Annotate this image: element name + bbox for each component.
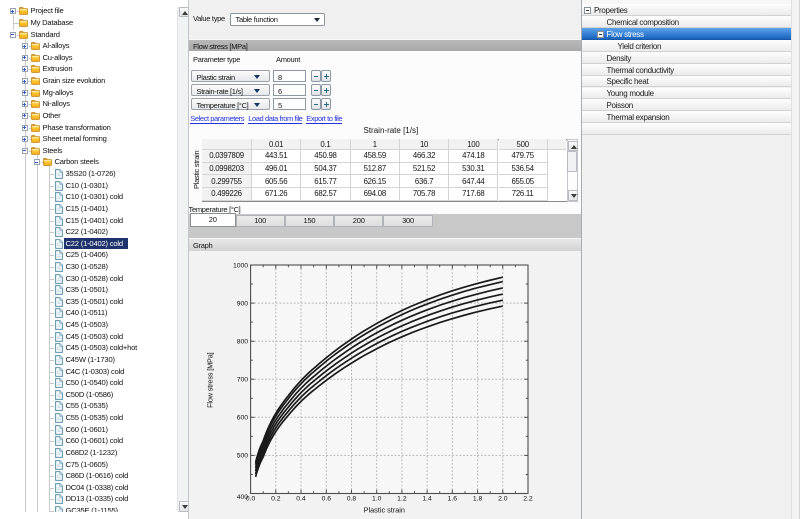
svg-text:1.6: 1.6 bbox=[448, 495, 458, 502]
svg-text:1.8: 1.8 bbox=[473, 495, 483, 502]
svg-text:0.0: 0.0 bbox=[246, 495, 256, 502]
svg-text:900: 900 bbox=[237, 300, 249, 307]
svg-text:700: 700 bbox=[237, 376, 249, 383]
svg-text:500: 500 bbox=[237, 452, 249, 459]
svg-text:800: 800 bbox=[237, 338, 249, 345]
svg-text:Plastic strain: Plastic strain bbox=[364, 505, 405, 514]
svg-text:0.2: 0.2 bbox=[271, 495, 281, 502]
svg-text:1.0: 1.0 bbox=[372, 495, 382, 502]
svg-text:0.6: 0.6 bbox=[322, 495, 332, 502]
svg-text:600: 600 bbox=[237, 414, 249, 421]
svg-text:2.2: 2.2 bbox=[523, 495, 533, 502]
svg-text:Flow stress [MPa]: Flow stress [MPa] bbox=[206, 352, 215, 408]
svg-text:2.0: 2.0 bbox=[498, 495, 508, 502]
svg-text:1000: 1000 bbox=[233, 262, 248, 269]
svg-text:0.4: 0.4 bbox=[296, 495, 306, 502]
svg-text:1.4: 1.4 bbox=[422, 495, 432, 502]
svg-text:1.2: 1.2 bbox=[397, 495, 407, 502]
svg-text:0.8: 0.8 bbox=[347, 495, 357, 502]
